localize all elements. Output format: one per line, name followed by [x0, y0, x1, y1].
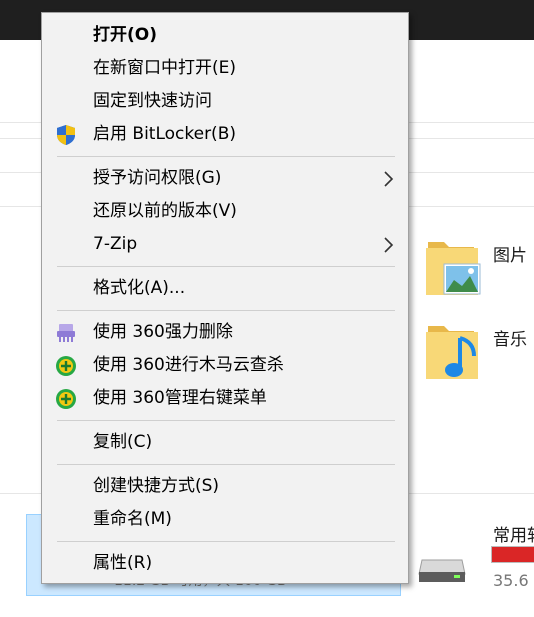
menu-separator	[57, 541, 395, 542]
menu-item-restore-versions[interactable]: 还原以前的版本(V)	[43, 195, 407, 227]
menu-item-label: 授予访问权限(G)	[93, 168, 222, 188]
pictures-folder-icon[interactable]	[424, 236, 482, 300]
menu-item-label: 复制(C)	[93, 432, 153, 452]
folder-label-pictures[interactable]: 图片	[493, 241, 527, 266]
menu-item-label: 固定到快速访问	[93, 91, 212, 111]
menu-item-label: 使用 360进行木马云查杀	[93, 355, 284, 375]
360-security-icon	[56, 389, 76, 409]
menu-item-copy[interactable]: 复制(C)	[43, 426, 407, 458]
menu-item-open[interactable]: 打开(O)	[43, 19, 407, 51]
menu-item-label: 启用 BitLocker(B)	[93, 124, 236, 144]
menu-item-label: 还原以前的版本(V)	[93, 201, 237, 221]
drive-name[interactable]: 常用软	[493, 521, 534, 546]
drive-usage-fill	[492, 547, 534, 562]
menu-item-7zip[interactable]: 7-Zip	[43, 228, 407, 260]
menu-item-label: 打开(O)	[93, 25, 157, 45]
menu-separator	[57, 464, 395, 465]
menu-item-open-new-window[interactable]: 在新窗口中打开(E)	[43, 52, 407, 84]
folder-label-music[interactable]: 音乐	[493, 325, 527, 350]
menu-separator	[57, 156, 395, 157]
uac-shield-icon	[57, 125, 75, 145]
drive-free-space: 35.6	[493, 571, 529, 590]
menu-item-label: 使用 360管理右键菜单	[93, 388, 267, 408]
menu-item-create-shortcut[interactable]: 创建快捷方式(S)	[43, 470, 407, 502]
menu-item-label: 格式化(A)...	[93, 278, 186, 298]
menu-item-properties[interactable]: 属性(R)	[43, 547, 407, 579]
360-security-icon	[56, 356, 76, 376]
drive-usage-bar	[491, 546, 534, 563]
menu-item-label: 7-Zip	[93, 234, 138, 254]
menu-item-rename[interactable]: 重命名(M)	[43, 503, 407, 535]
context-menu: 打开(O) 在新窗口中打开(E) 固定到快速访问 启用 BitLocker(B)…	[41, 12, 409, 584]
menu-item-label: 在新窗口中打开(E)	[93, 58, 237, 78]
submenu-arrow-icon	[384, 171, 394, 187]
menu-item-label: 重命名(M)	[93, 509, 172, 529]
menu-separator	[57, 310, 395, 311]
menu-separator	[57, 420, 395, 421]
hard-drive-icon[interactable]	[418, 554, 466, 584]
shredder-icon	[57, 324, 75, 342]
music-folder-icon[interactable]	[424, 320, 482, 384]
desktop-stage: 图片 音乐 11.2 GB 可用，共 100 GB 常用软 35.6 打开(O)…	[0, 0, 534, 617]
menu-item-360-manage-menu[interactable]: 使用 360管理右键菜单	[43, 382, 407, 414]
menu-item-360-trojan-scan[interactable]: 使用 360进行木马云查杀	[43, 349, 407, 381]
submenu-arrow-icon	[384, 237, 394, 253]
menu-item-label: 创建快捷方式(S)	[93, 476, 220, 496]
menu-item-bitlocker[interactable]: 启用 BitLocker(B)	[43, 118, 407, 150]
menu-item-grant-access[interactable]: 授予访问权限(G)	[43, 162, 407, 194]
menu-separator	[57, 266, 395, 267]
menu-item-label: 属性(R)	[93, 553, 153, 573]
menu-item-format[interactable]: 格式化(A)...	[43, 272, 407, 304]
menu-item-360-force-delete[interactable]: 使用 360强力删除	[43, 316, 407, 348]
menu-item-pin-quick-access[interactable]: 固定到快速访问	[43, 85, 407, 117]
menu-item-label: 使用 360强力删除	[93, 322, 233, 342]
